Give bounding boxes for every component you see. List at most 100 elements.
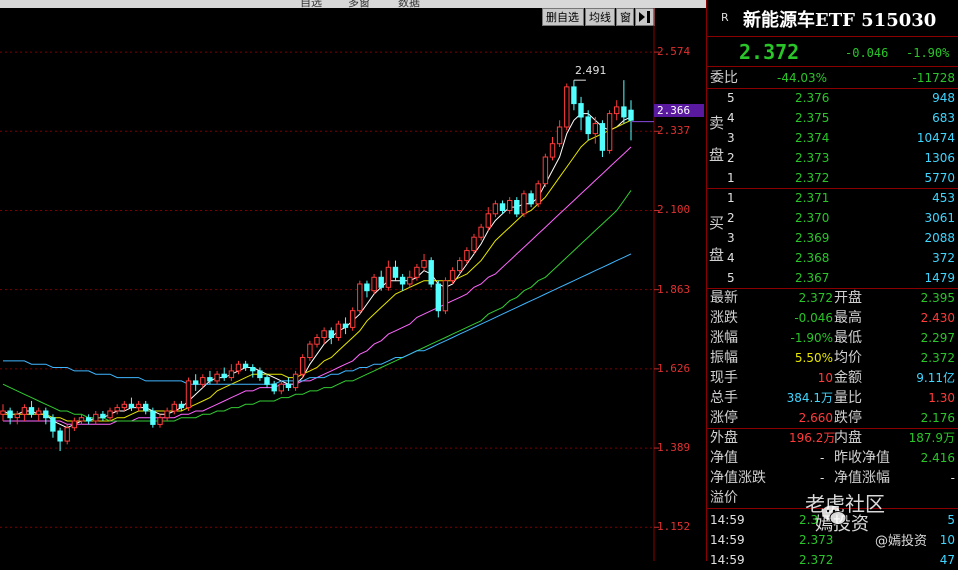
candle-body: [449, 270, 456, 282]
bid-row[interactable]: 4 2.368 372: [707, 248, 958, 268]
kline-chart-area[interactable]: 自选 多窗 数据 删自选 均线 窗 2.491 2.574 2.337 2.100 1…: [0, 0, 706, 561]
stats-row: 最新 2.372 开盘 2.395: [707, 288, 958, 308]
candle-body: [628, 109, 634, 121]
inner-label: 内盘: [834, 430, 862, 446]
ask-price: 2.376: [795, 91, 830, 105]
candle-body: [114, 407, 120, 412]
candle-body: [307, 343, 313, 359]
ask-row[interactable]: 5 2.376 948: [707, 88, 958, 108]
ask-row[interactable]: 1 2.372 5770: [707, 168, 958, 188]
candle-body: [606, 113, 613, 151]
nav-change-pct-label: 净值涨幅: [834, 470, 890, 486]
nav-row: 净值 - 昨收净值 2.416: [707, 448, 958, 468]
stat-label: 跌停: [834, 410, 862, 426]
candle-body: [21, 407, 28, 415]
candle-body: [542, 156, 549, 185]
candle-body: [171, 403, 178, 412]
price-tick-label: 2.100: [657, 203, 691, 217]
bid-level: 1: [727, 191, 735, 205]
candle-body: [150, 410, 156, 425]
candle-body: [178, 403, 185, 409]
bid-price: 2.369: [795, 231, 830, 245]
stat-label: 涨幅: [710, 330, 738, 346]
security-title: 新能源车ETF 515030: [743, 10, 937, 31]
price-tick-label: 1.152: [657, 520, 691, 534]
weibi-label: 委比: [710, 70, 738, 86]
candle-body: [43, 410, 49, 419]
price-tick-label: 1.389: [657, 441, 691, 455]
ask-level: 3: [727, 131, 735, 145]
candle-body: [300, 357, 306, 375]
candle-body: [350, 310, 356, 328]
ask-row[interactable]: 4 2.375 683: [707, 108, 958, 128]
stats-row: 振幅 5.50% 均价 2.372: [707, 348, 958, 368]
stat-label: 最高: [834, 310, 862, 326]
candlestick-chart[interactable]: [0, 0, 706, 561]
stats-row: 现手 10 金额 9.11亿: [707, 368, 958, 388]
nav-change-label: 净值涨跌: [710, 470, 766, 486]
candle-body: [264, 377, 270, 385]
stat-value: 384.1万: [786, 391, 833, 405]
candle-body: [364, 283, 370, 292]
stat-value: -1.90%: [790, 331, 833, 345]
candle-body: [464, 250, 470, 262]
last-price: 2.372: [739, 40, 800, 64]
candle-body: [457, 260, 463, 272]
candle-body: [614, 106, 620, 115]
ask-price: 2.372: [795, 171, 830, 185]
candle-body: [278, 383, 285, 392]
ask-row[interactable]: 2 2.373 1306: [707, 148, 958, 168]
nav-change-value: -: [820, 471, 825, 485]
candle-body: [514, 200, 520, 215]
high-price-label: 2.491: [575, 64, 607, 77]
candle-body: [407, 276, 413, 285]
bid-row[interactable]: 1 2.371 453: [707, 188, 958, 208]
bid-price: 2.367: [795, 271, 830, 285]
stats-row: 涨停 2.660 跌停 2.176: [707, 408, 958, 428]
price-change-pct: -1.90%: [906, 46, 950, 60]
candle-body: [93, 413, 99, 422]
candle-body: [414, 266, 420, 278]
r-badge: R: [721, 11, 729, 24]
stat-value: 2.372: [798, 291, 833, 305]
candle-body: [564, 86, 570, 128]
candle-body: [193, 380, 199, 385]
nav-change-pct-value: -: [950, 471, 955, 485]
price-tick-label: 2.574: [657, 45, 691, 59]
candle-body: [214, 373, 220, 382]
tick-volume: 47: [939, 553, 955, 567]
ask-level: 2: [727, 151, 735, 165]
tick-row[interactable]: 14:59 2.372 47: [707, 550, 958, 570]
candle-body: [271, 383, 277, 392]
inner-value: 187.9万: [908, 431, 955, 445]
bid-row[interactable]: 5 2.367 1479: [707, 268, 958, 288]
stat-label: 最低: [834, 330, 862, 346]
bid-volume: 2088: [924, 231, 955, 245]
ask-volume: 1306: [924, 151, 955, 165]
nav-change-row: 净值涨跌 - 净值涨幅 -: [707, 468, 958, 488]
stat-label: 涨停: [710, 410, 738, 426]
candle-body: [371, 276, 377, 292]
candle-body: [556, 126, 563, 145]
candle-body: [385, 266, 392, 288]
candle-body: [357, 283, 363, 312]
candle-body: [7, 410, 13, 419]
quote-header: R 新能源车ETF 515030: [707, 0, 958, 36]
bid-price: 2.370: [795, 211, 830, 225]
candle-body: [335, 323, 342, 339]
ask-volume: 10474: [916, 131, 955, 145]
candle-body: [314, 337, 320, 345]
stats-row: 涨跌 -0.046 最高 2.430: [707, 308, 958, 328]
ask-price: 2.374: [795, 131, 830, 145]
bid-row[interactable]: 3 2.369 2088: [707, 228, 958, 248]
ask-row[interactable]: 3 2.374 10474: [707, 128, 958, 148]
candle-body: [535, 183, 541, 205]
candle-body: [549, 143, 556, 158]
bid-level: 5: [727, 271, 735, 285]
candle-body: [135, 403, 142, 409]
candle-body: [157, 417, 163, 425]
candle-body: [0, 410, 6, 415]
bid-row[interactable]: 2 2.370 3061: [707, 208, 958, 228]
candle-body: [571, 86, 577, 105]
stat-value: 2.430: [920, 311, 955, 325]
